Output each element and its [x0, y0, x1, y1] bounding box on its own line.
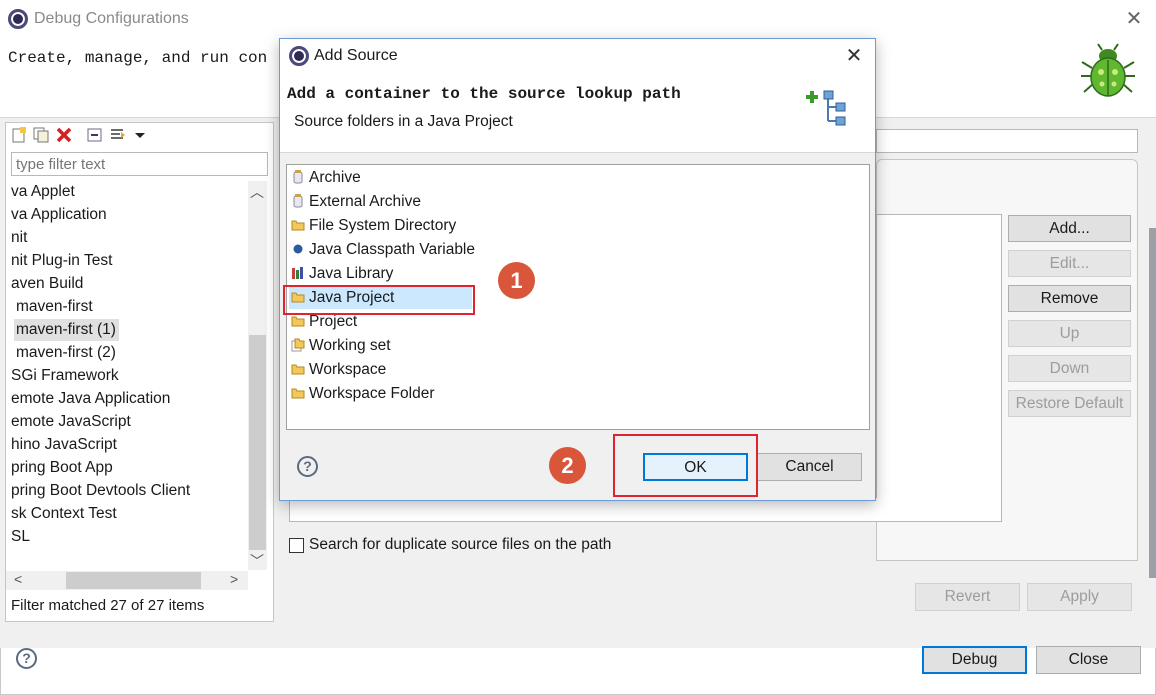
eclipse-icon — [289, 46, 309, 66]
source-item-label: Workspace — [309, 361, 387, 378]
search-duplicates-checkbox[interactable] — [289, 538, 304, 553]
collapse-all-icon[interactable] — [87, 127, 103, 143]
config-item[interactable]: nit Plug-in Test — [9, 250, 112, 272]
variable-dot-icon — [293, 244, 303, 254]
source-lookup-list[interactable] — [876, 214, 1002, 522]
scroll-left-icon[interactable]: < — [14, 571, 22, 587]
source-item-workspace[interactable]: Workspace — [291, 359, 386, 381]
source-item-label: Archive — [309, 169, 361, 186]
scroll-up-icon[interactable]: ︿ — [250, 182, 264, 202]
horizontal-scroll-thumb[interactable] — [66, 572, 201, 589]
scroll-down-icon[interactable]: ﹀ — [250, 551, 264, 571]
config-item[interactable]: hino JavaScript — [9, 434, 117, 456]
config-item[interactable]: aven Build — [9, 273, 83, 295]
source-item-workspace-folder[interactable]: Workspace Folder — [291, 383, 434, 405]
step-2-badge: 2 — [549, 447, 586, 484]
working-set-icon — [291, 338, 305, 352]
config-item[interactable]: SGi Framework — [9, 365, 119, 387]
source-item-archive[interactable]: Archive — [291, 167, 361, 189]
bug-icon — [1081, 43, 1135, 97]
source-item-label: File System Directory — [309, 217, 457, 234]
down-button[interactable]: Down — [1008, 355, 1131, 382]
apply-button[interactable]: Apply — [1027, 583, 1132, 611]
source-lookup-list-bottom[interactable] — [289, 498, 1002, 522]
dialog-subtitle: Create, manage, and run con — [8, 49, 268, 67]
dialog-help-icon[interactable]: ? — [297, 456, 318, 477]
source-item-java-library[interactable]: Java Library — [291, 263, 393, 285]
source-item-file-system-directory[interactable]: File System Directory — [291, 215, 456, 237]
add-button[interactable]: Add... — [1008, 215, 1131, 242]
vertical-scroll-thumb[interactable] — [249, 335, 266, 550]
config-item[interactable]: emote JavaScript — [9, 411, 131, 433]
highlight-box-ok — [613, 434, 758, 497]
window-title: Debug Configurations — [34, 10, 189, 27]
source-item-label: Project — [309, 313, 358, 330]
source-item-label: Java Classpath Variable — [309, 241, 475, 258]
folder-icon — [291, 220, 305, 231]
dialog-heading: Add a container to the source lookup pat… — [287, 85, 681, 103]
source-item-working-set[interactable]: Working set — [291, 335, 391, 357]
configuration-list: va Applet va Application nit nit Plug-in… — [6, 181, 246, 570]
config-item[interactable]: va Applet — [9, 181, 75, 203]
folder-icon — [291, 388, 305, 399]
config-item[interactable]: maven-first (2) — [14, 342, 116, 364]
source-item-label: External Archive — [309, 193, 421, 210]
help-icon[interactable]: ? — [16, 648, 37, 669]
config-item[interactable]: emote Java Application — [9, 388, 170, 410]
jar-icon — [293, 194, 303, 208]
source-item-java-classpath-variable[interactable]: Java Classpath Variable — [291, 239, 475, 261]
configuration-name-field[interactable] — [876, 129, 1138, 153]
search-duplicates-label: Search for duplicate source files on the… — [309, 536, 612, 553]
window-edge-bar — [1149, 228, 1156, 578]
source-item-label: Workspace Folder — [309, 385, 435, 402]
remove-button[interactable]: Remove — [1008, 285, 1131, 312]
scroll-right-icon[interactable]: > — [230, 571, 238, 587]
eclipse-icon — [8, 9, 28, 29]
configuration-toolbar — [6, 123, 273, 147]
jar-icon — [293, 170, 303, 184]
dropdown-arrow-icon[interactable] — [132, 127, 148, 143]
config-item[interactable]: nit — [9, 227, 27, 249]
duplicate-icon[interactable] — [33, 127, 49, 143]
revert-button[interactable]: Revert — [915, 583, 1020, 611]
filter-status: Filter matched 27 of 27 items — [11, 597, 205, 614]
edit-button[interactable]: Edit... — [1008, 250, 1131, 277]
highlight-box-java-project — [283, 285, 475, 315]
config-item-selected[interactable]: maven-first (1) — [14, 319, 119, 341]
folder-icon — [291, 316, 305, 327]
add-container-icon — [806, 90, 846, 126]
folder-icon — [291, 364, 305, 375]
close-button[interactable]: Close — [1036, 646, 1141, 674]
config-item[interactable]: SL — [9, 526, 30, 548]
debug-button[interactable]: Debug — [922, 646, 1027, 674]
config-item[interactable]: pring Boot Devtools Client — [9, 480, 190, 502]
config-item[interactable]: sk Context Test — [9, 503, 117, 525]
source-item-label: Working set — [309, 337, 391, 354]
filter-icon[interactable] — [110, 127, 126, 143]
delete-icon[interactable] — [56, 127, 72, 143]
library-icon — [292, 267, 303, 279]
cancel-button[interactable]: Cancel — [757, 453, 862, 481]
dialog-description: Source folders in a Java Project — [294, 113, 513, 130]
dialog-close-button[interactable]: ✕ — [843, 44, 865, 68]
source-item-external-archive[interactable]: External Archive — [291, 191, 421, 213]
dialog-title: Add Source — [314, 47, 398, 64]
new-configuration-icon[interactable] — [11, 127, 27, 143]
restore-default-button[interactable]: Restore Default — [1008, 390, 1131, 417]
filter-input[interactable] — [11, 152, 268, 176]
source-item-label: Java Library — [309, 265, 394, 282]
window-close-button[interactable]: ✕ — [1124, 7, 1144, 31]
up-button[interactable]: Up — [1008, 320, 1131, 347]
step-1-badge: 1 — [498, 262, 535, 299]
config-item[interactable]: maven-first — [14, 296, 93, 318]
config-item[interactable]: va Application — [9, 204, 107, 226]
config-item[interactable]: pring Boot App — [9, 457, 113, 479]
